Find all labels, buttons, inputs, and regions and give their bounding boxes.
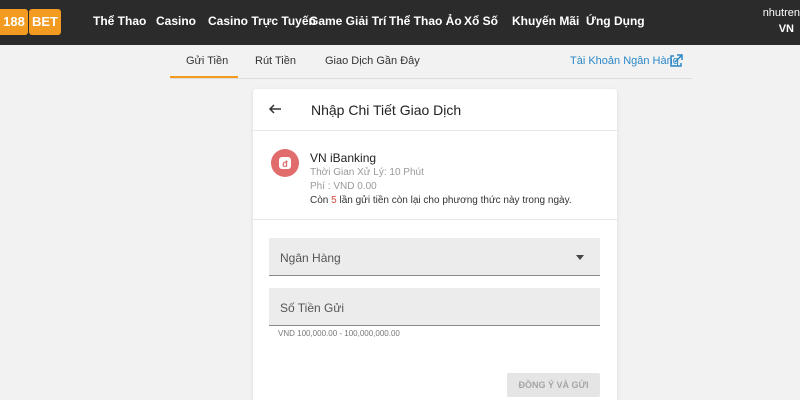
tab-recent-transactions[interactable]: Giao Dịch Gần Đây — [325, 55, 420, 67]
back-arrow-icon[interactable] — [267, 101, 283, 117]
brand-logo[interactable]: 188 BET — [0, 9, 62, 35]
nav-item-lottery[interactable]: Xổ Số — [464, 14, 498, 28]
tab-deposit[interactable]: Gửi Tiền — [186, 55, 228, 67]
user-region: VN — [778, 23, 794, 35]
agree-and-submit-button[interactable]: ĐỒNG Ý VÀ GỬI — [507, 373, 600, 397]
logo-number: 188 — [0, 9, 28, 35]
nav-item-games[interactable]: Game Giải Trí — [309, 14, 386, 28]
ibanking-glyph: đ — [282, 159, 288, 169]
tabs-divider — [170, 78, 692, 79]
section-divider — [253, 219, 617, 220]
logo-text: BET — [29, 9, 61, 35]
username[interactable]: nhutren — [763, 7, 800, 19]
ibanking-icon: đ — [271, 149, 299, 177]
bank-select[interactable]: Ngân Hàng — [269, 238, 600, 276]
amount-range-hint: VND 100,000.00 - 100,000,000.00 — [278, 329, 400, 338]
deposit-amount-label: Số Tiền Gửi — [280, 301, 345, 315]
nav-item-live-casino[interactable]: Casino Trực Tuyến — [208, 14, 316, 28]
external-link-icon[interactable] — [668, 53, 684, 69]
payment-method-name: VN iBanking — [310, 151, 377, 165]
chevron-down-icon — [576, 255, 584, 260]
transaction-details-card: Nhập Chi Tiết Giao Dịch đ VN iBanking Th… — [253, 89, 617, 400]
nav-item-virtual-sports[interactable]: Thể Thao Ảo — [389, 14, 462, 28]
processing-time: Thời Gian Xử Lý: 10 Phút — [310, 167, 424, 178]
deposit-amount-input[interactable]: Số Tiền Gửi — [269, 288, 600, 326]
nav-item-apps[interactable]: Ứng Dụng — [586, 14, 645, 28]
fee-text: Phí : VND 0.00 — [310, 181, 377, 192]
nav-item-casino[interactable]: Casino — [156, 14, 196, 28]
bank-account-link[interactable]: Tài Khoản Ngân Hàng — [570, 55, 679, 67]
remaining-prefix: Còn — [310, 195, 332, 206]
remaining-deposits-text: Còn 5 lần gửi tiền còn lại cho phương th… — [310, 195, 572, 206]
nav-item-sports[interactable]: Thể Thao — [93, 14, 146, 28]
top-nav-bar: 188 BET Thể Thao Casino Casino Trực Tuyế… — [0, 0, 800, 45]
bank-select-label: Ngân Hàng — [280, 251, 341, 265]
tab-withdraw[interactable]: Rút Tiền — [255, 55, 296, 67]
nav-item-promotions[interactable]: Khuyến Mãi — [512, 14, 579, 28]
card-title: Nhập Chi Tiết Giao Dịch — [311, 102, 462, 118]
header-divider — [253, 130, 617, 131]
remaining-suffix: lần gửi tiền còn lại cho phương thức này… — [336, 195, 572, 206]
